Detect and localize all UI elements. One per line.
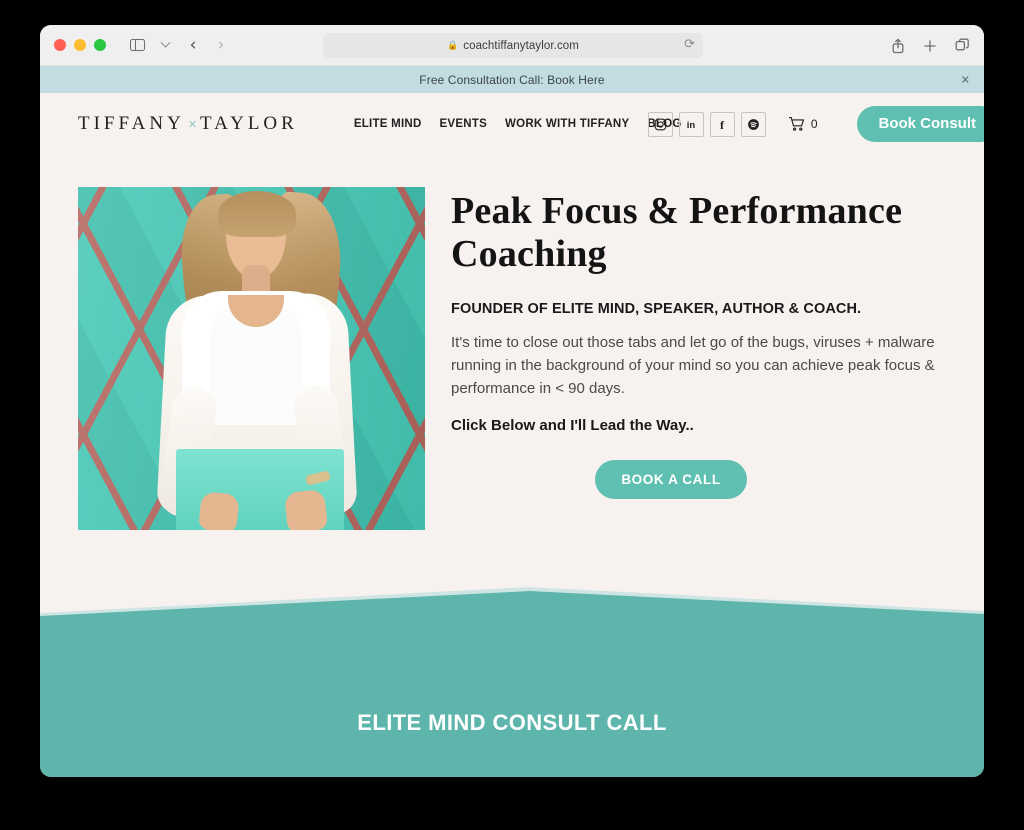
hero-photo [78, 187, 425, 530]
section-chevron-divider [40, 585, 984, 619]
close-icon[interactable]: ✕ [961, 73, 970, 86]
consult-call-section: ELITE MIND CONSULT CALL [40, 587, 984, 777]
main-navigation: ELITE MIND EVENTS WORK WITH TIFFANY BLOG [354, 118, 682, 130]
cart-count: 0 [810, 117, 818, 131]
address-bar[interactable]: 🔒 coachtiffanytaylor.com ⟳ [323, 33, 703, 58]
close-window-button[interactable] [54, 39, 66, 51]
browser-window: ‹ › 🔒 coachtiffanytaylor.com ⟳ Free Cons… [40, 25, 984, 777]
browser-toolbar: ‹ › 🔒 coachtiffanytaylor.com ⟳ [40, 25, 984, 66]
promo-banner[interactable]: Free Consultation Call: Book Here ✕ [40, 66, 984, 93]
nav-item-elite-mind[interactable]: ELITE MIND [354, 118, 422, 130]
header-right-cluster: in f 0 Book Consult [647, 93, 984, 155]
svg-text:in: in [687, 120, 696, 131]
promo-banner-text: Free Consultation Call: Book Here [419, 72, 605, 87]
page-title: Peak Focus & Performance Coaching [451, 190, 903, 275]
hero-body-text: It's time to close out those tabs and le… [451, 334, 935, 397]
nav-item-work-with-tiffany[interactable]: WORK WITH TIFFANY [505, 118, 629, 130]
hero-kicker: Click Below and I'll Lead the Way.. [451, 416, 694, 434]
logo-last-word: TAYLOR [200, 113, 298, 134]
url-text: coachtiffanytaylor.com [463, 39, 579, 52]
svg-text:f: f [720, 118, 725, 131]
logo-first-word: TIFFANY [78, 113, 185, 134]
cart-button[interactable]: 0 [788, 116, 818, 132]
minimize-window-button[interactable] [74, 39, 86, 51]
site-logo[interactable]: TIFFANY ✕ TAYLOR [78, 113, 298, 135]
sidebar-toggle-icon[interactable] [124, 33, 150, 57]
consult-call-title: ELITE MIND CONSULT CALL [357, 710, 667, 735]
nav-item-events[interactable]: EVENTS [440, 118, 488, 130]
spotify-icon[interactable] [740, 111, 766, 137]
hero-cta-wrapper: BOOK A CALL [451, 459, 891, 499]
chevron-down-icon[interactable] [152, 33, 178, 57]
book-a-call-button[interactable]: BOOK A CALL [595, 459, 747, 499]
tab-overview-icon[interactable] [952, 34, 972, 58]
cart-icon [788, 117, 805, 131]
maximize-window-button[interactable] [94, 39, 106, 51]
toolbar-left-controls: ‹ › [124, 33, 234, 57]
back-arrow-icon[interactable]: ‹ [180, 33, 206, 57]
hero-section: Peak Focus & Performance Coaching FOUNDE… [40, 155, 984, 617]
facebook-icon[interactable]: f [709, 111, 735, 137]
toolbar-right-controls [888, 25, 972, 66]
hero-photo-subject [78, 187, 425, 530]
forward-arrow-icon[interactable]: › [208, 33, 234, 57]
social-links: in f [647, 111, 766, 137]
window-controls [54, 39, 106, 51]
hero-eyebrow: FOUNDER OF ELITE MIND, SPEAKER, AUTHOR &… [451, 301, 862, 318]
lock-icon: 🔒 [447, 40, 459, 50]
logo-x-icon: ✕ [187, 118, 198, 131]
hero-copy: Peak Focus & Performance Coaching FOUNDE… [451, 190, 971, 499]
instagram-icon[interactable] [647, 111, 673, 137]
share-icon[interactable] [888, 34, 908, 58]
plus-icon[interactable] [920, 34, 940, 58]
linkedin-icon[interactable]: in [678, 111, 704, 137]
book-consult-button[interactable]: Book Consult [856, 106, 984, 142]
site-header: TIFFANY ✕ TAYLOR ELITE MIND EVENTS WORK … [40, 93, 984, 155]
reload-icon[interactable]: ⟳ [684, 37, 695, 52]
